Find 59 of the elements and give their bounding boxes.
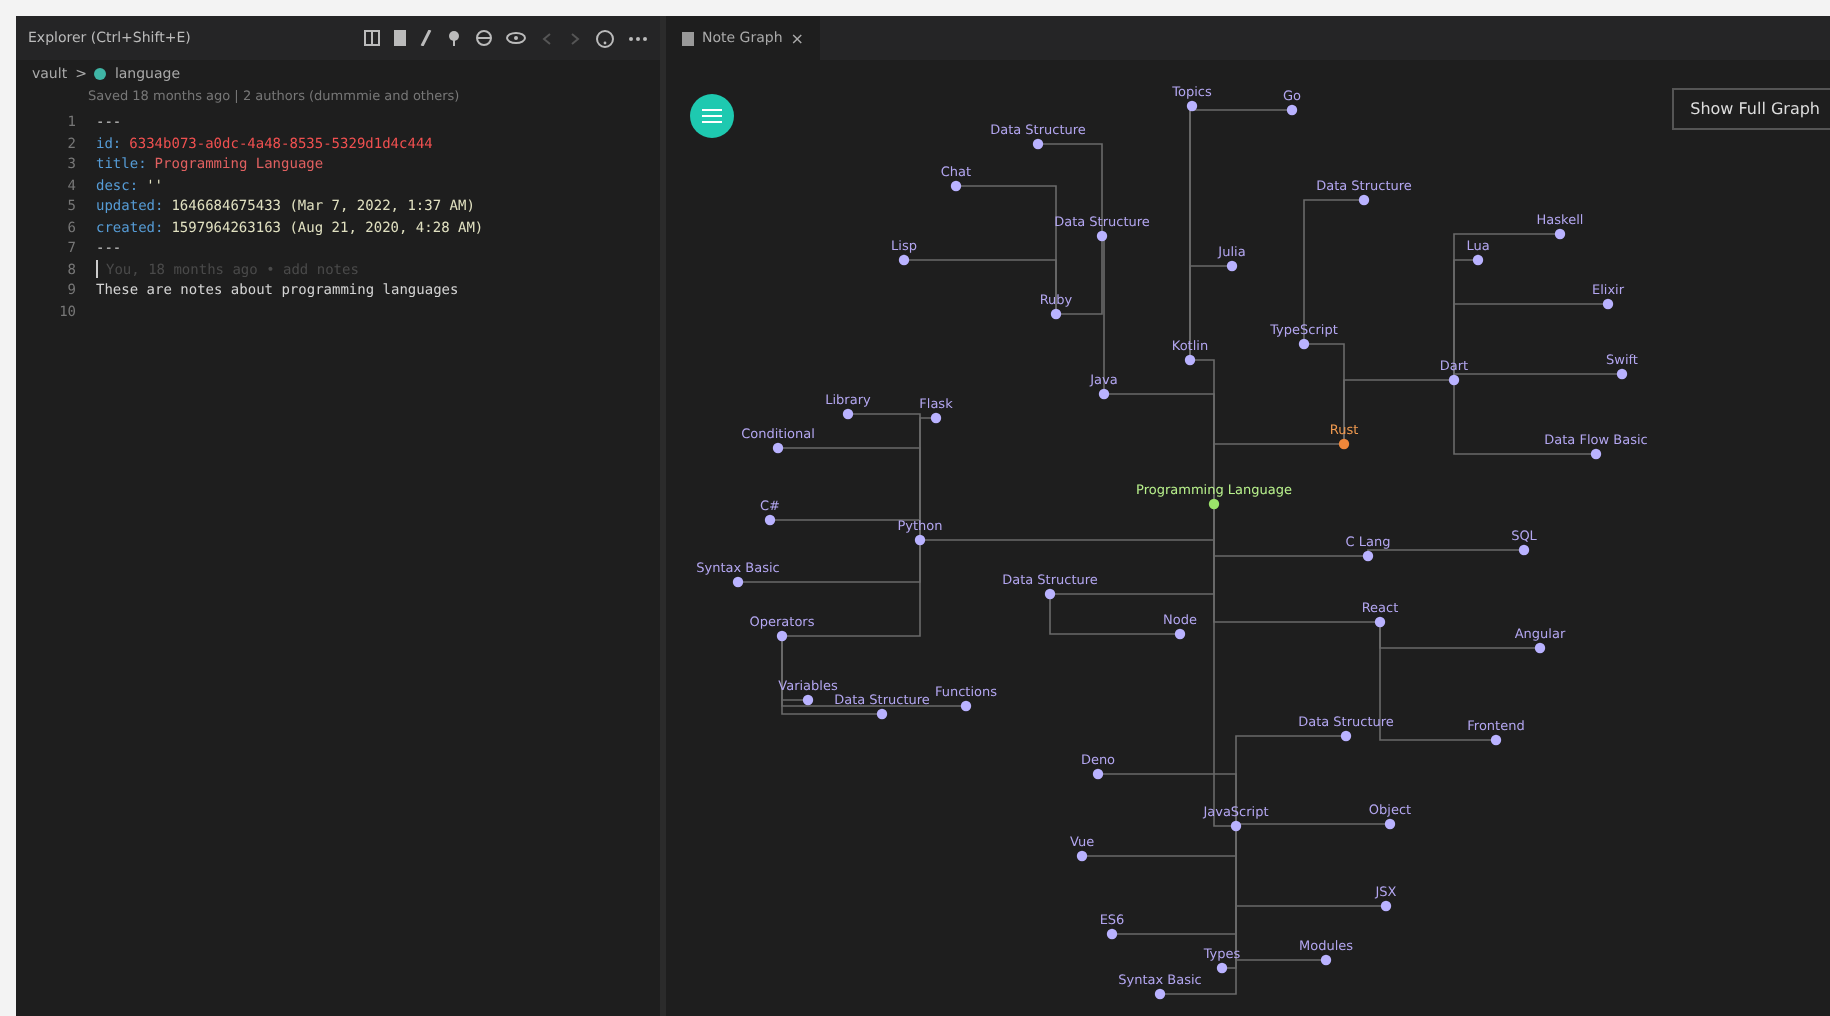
- node-dot[interactable]: [1096, 230, 1108, 242]
- node-dot[interactable]: [898, 254, 910, 266]
- node-dot[interactable]: [1184, 354, 1196, 366]
- eye-icon[interactable]: [506, 32, 526, 44]
- node-dot[interactable]: [1286, 104, 1298, 116]
- node-dot[interactable]: [930, 412, 942, 424]
- node-dot[interactable]: [1032, 138, 1044, 150]
- node-dot[interactable]: [1174, 628, 1186, 640]
- more-icon[interactable]: [628, 35, 648, 41]
- node-dot[interactable]: [1044, 588, 1056, 600]
- node-dot[interactable]: [1448, 374, 1460, 386]
- node-dot[interactable]: [1472, 254, 1484, 266]
- node-dot[interactable]: [1340, 730, 1352, 742]
- node-dot[interactable]: [1590, 448, 1602, 460]
- node-dot[interactable]: [802, 694, 814, 706]
- node-dot[interactable]: [1602, 298, 1614, 310]
- node-dot[interactable]: [1092, 768, 1104, 780]
- node-dot[interactable]: [1298, 338, 1310, 350]
- node-dot[interactable]: [1384, 818, 1396, 830]
- node-dot[interactable]: [1208, 498, 1220, 510]
- node-dot[interactable]: [776, 630, 788, 642]
- node-dot[interactable]: [1380, 900, 1392, 912]
- node-dot[interactable]: [1534, 642, 1546, 654]
- node-dot[interactable]: [772, 442, 784, 454]
- show-full-graph-button[interactable]: Show Full Graph: [1672, 88, 1830, 130]
- node-dot[interactable]: [842, 408, 854, 420]
- pin-icon[interactable]: [446, 30, 462, 46]
- graph-menu-button[interactable]: [690, 94, 734, 138]
- italic-icon[interactable]: [420, 30, 432, 46]
- close-button[interactable]: ×: [790, 29, 804, 47]
- node-dot[interactable]: [1076, 850, 1088, 862]
- node-dot[interactable]: [1216, 962, 1228, 974]
- node-dot[interactable]: [1616, 368, 1628, 380]
- file-icon: [94, 68, 107, 80]
- node-dot[interactable]: [1226, 260, 1238, 272]
- node-dot[interactable]: [1154, 988, 1166, 1000]
- node-dot[interactable]: [1106, 928, 1118, 940]
- node-dot[interactable]: [1050, 308, 1062, 320]
- lines-icon: [702, 108, 722, 124]
- node-dot[interactable]: [1374, 616, 1386, 628]
- node-dot[interactable]: [914, 534, 926, 546]
- node-dot[interactable]: [1230, 820, 1242, 832]
- text-cursor: [96, 260, 98, 279]
- node-dot[interactable]: [1358, 194, 1370, 206]
- split-view-icon[interactable]: [364, 30, 380, 46]
- node-dot[interactable]: [1186, 100, 1198, 112]
- node-dot[interactable]: [1490, 734, 1502, 746]
- node-dot[interactable]: [1098, 388, 1110, 400]
- help-icon[interactable]: [596, 29, 614, 47]
- node-dot[interactable]: [1338, 438, 1350, 450]
- node-dot[interactable]: [876, 708, 888, 720]
- node-dot[interactable]: [950, 180, 962, 192]
- node-dot[interactable]: [764, 514, 776, 526]
- node-dot[interactable]: [1320, 954, 1332, 966]
- node-dot[interactable]: [960, 700, 972, 712]
- node-dot[interactable]: [1518, 544, 1530, 556]
- node-dot[interactable]: [1554, 228, 1566, 240]
- node-dot[interactable]: [732, 576, 744, 588]
- node-dot[interactable]: [1362, 550, 1374, 562]
